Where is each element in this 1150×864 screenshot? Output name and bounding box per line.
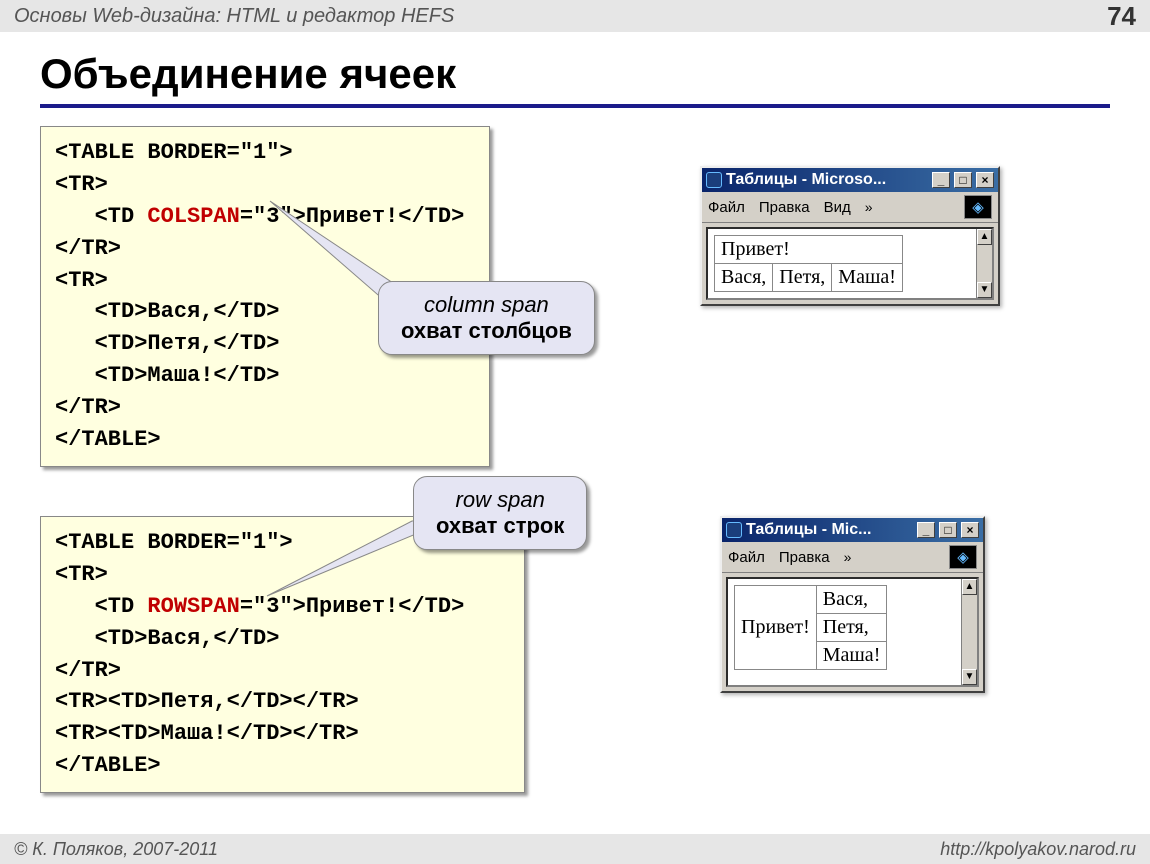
menu-more[interactable]: » bbox=[865, 199, 873, 215]
demo-table-rowspan: Привет! Вася, Петя, Маша! bbox=[734, 585, 887, 670]
minimize-button[interactable]: _ bbox=[917, 522, 935, 538]
code-line: <TD bbox=[55, 594, 147, 619]
callout-en: row span bbox=[436, 487, 564, 513]
cell: Петя, bbox=[773, 264, 832, 292]
slide-title: Объединение ячеек bbox=[40, 50, 1110, 98]
footer-url: http://kpolyakov.narod.ru bbox=[940, 839, 1136, 860]
slide-footer: © К. Поляков, 2007-2011 http://kpolyakov… bbox=[0, 834, 1150, 864]
code-line: </TABLE> bbox=[55, 753, 161, 778]
scroll-up-icon[interactable]: ▲ bbox=[962, 579, 977, 595]
browser-window-1: Таблицы - Microso... _ □ × Файл Правка В… bbox=[700, 166, 1000, 306]
cell: Маша! bbox=[816, 642, 887, 670]
throbber-icon: ◈ bbox=[964, 195, 992, 219]
code-line: <TD>Петя,</TD> bbox=[55, 331, 279, 356]
window-title: Таблицы - Mic... bbox=[746, 521, 913, 539]
cell: Петя, bbox=[816, 614, 887, 642]
window-title: Таблицы - Microso... bbox=[726, 171, 928, 189]
minimize-button[interactable]: _ bbox=[932, 172, 950, 188]
code-line: <TR><TD>Маша!</TD></TR> bbox=[55, 721, 359, 746]
code-line: </TR> bbox=[55, 395, 121, 420]
callout-ru: охват столбцов bbox=[401, 318, 572, 344]
menu-more[interactable]: » bbox=[844, 549, 852, 565]
cell: Вася, bbox=[816, 586, 887, 614]
menu-file[interactable]: Файл bbox=[728, 549, 765, 566]
code-line: <TR> bbox=[55, 172, 108, 197]
ie-icon bbox=[706, 172, 722, 188]
title-rule bbox=[40, 104, 1110, 108]
code-line: <TR> bbox=[55, 268, 108, 293]
menu-file[interactable]: Файл bbox=[708, 199, 745, 216]
titlebar: Таблицы - Microso... _ □ × bbox=[702, 168, 998, 192]
slide-header: Основы Web-дизайна: HTML и редактор HEFS… bbox=[0, 0, 1150, 32]
code-line: </TR> bbox=[55, 236, 121, 261]
content-area: <TABLE BORDER="1"> <TR> <TD COLSPAN="3">… bbox=[40, 126, 1110, 816]
scrollbar[interactable]: ▲ ▼ bbox=[961, 579, 977, 685]
demo-table-colspan: Привет! Вася, Петя, Маша! bbox=[714, 235, 903, 292]
cell: Маша! bbox=[832, 264, 903, 292]
maximize-button[interactable]: □ bbox=[954, 172, 972, 188]
callout-rowspan: row span охват строк bbox=[413, 476, 587, 550]
scroll-up-icon[interactable]: ▲ bbox=[977, 229, 992, 245]
header-title: Основы Web-дизайна: HTML и редактор HEFS bbox=[14, 5, 454, 28]
menu-view[interactable]: Вид bbox=[824, 199, 851, 216]
code-line: <TABLE BORDER="1"> bbox=[55, 140, 293, 165]
menu-edit[interactable]: Правка bbox=[779, 549, 830, 566]
cell: Привет! bbox=[735, 586, 817, 670]
code-keyword: COLSPAN bbox=[147, 204, 239, 229]
close-button[interactable]: × bbox=[976, 172, 994, 188]
callout-en: column span bbox=[401, 292, 572, 318]
code-line: <TD>Маша!</TD> bbox=[55, 363, 279, 388]
browser-window-2: Таблицы - Mic... _ □ × Файл Правка » ◈ П… bbox=[720, 516, 985, 693]
ie-icon bbox=[726, 522, 742, 538]
close-button[interactable]: × bbox=[961, 522, 979, 538]
code-line: <TD>Вася,</TD> bbox=[55, 299, 279, 324]
cell: Привет! bbox=[715, 236, 903, 264]
menubar: Файл Правка » ◈ bbox=[722, 542, 983, 573]
maximize-button[interactable]: □ bbox=[939, 522, 957, 538]
callout-colspan: column span охват столбцов bbox=[378, 281, 595, 355]
menu-edit[interactable]: Правка bbox=[759, 199, 810, 216]
browser-body: Привет! Вася, Петя, Маша! ▲ ▼ bbox=[726, 577, 979, 687]
scroll-down-icon[interactable]: ▼ bbox=[962, 669, 977, 685]
code-line: <TD>Вася,</TD> bbox=[55, 626, 279, 651]
titlebar: Таблицы - Mic... _ □ × bbox=[722, 518, 983, 542]
code-line: <TR><TD>Петя,</TD></TR> bbox=[55, 689, 359, 714]
cell: Вася, bbox=[715, 264, 773, 292]
menubar: Файл Правка Вид » ◈ bbox=[702, 192, 998, 223]
code-line: <TR> bbox=[55, 562, 108, 587]
code-line: </TABLE> bbox=[55, 427, 161, 452]
scroll-down-icon[interactable]: ▼ bbox=[977, 282, 992, 298]
page-number: 74 bbox=[1107, 1, 1136, 32]
callout-ru: охват строк bbox=[436, 513, 564, 539]
scrollbar[interactable]: ▲ ▼ bbox=[976, 229, 992, 298]
footer-copyright: © К. Поляков, 2007-2011 bbox=[14, 839, 218, 860]
throbber-icon: ◈ bbox=[949, 545, 977, 569]
code-keyword: ROWSPAN bbox=[147, 594, 239, 619]
code-line: <TD bbox=[55, 204, 147, 229]
browser-body: Привет! Вася, Петя, Маша! ▲ ▼ bbox=[706, 227, 994, 300]
code-line: <TABLE BORDER="1"> bbox=[55, 530, 293, 555]
code-line: </TR> bbox=[55, 658, 121, 683]
